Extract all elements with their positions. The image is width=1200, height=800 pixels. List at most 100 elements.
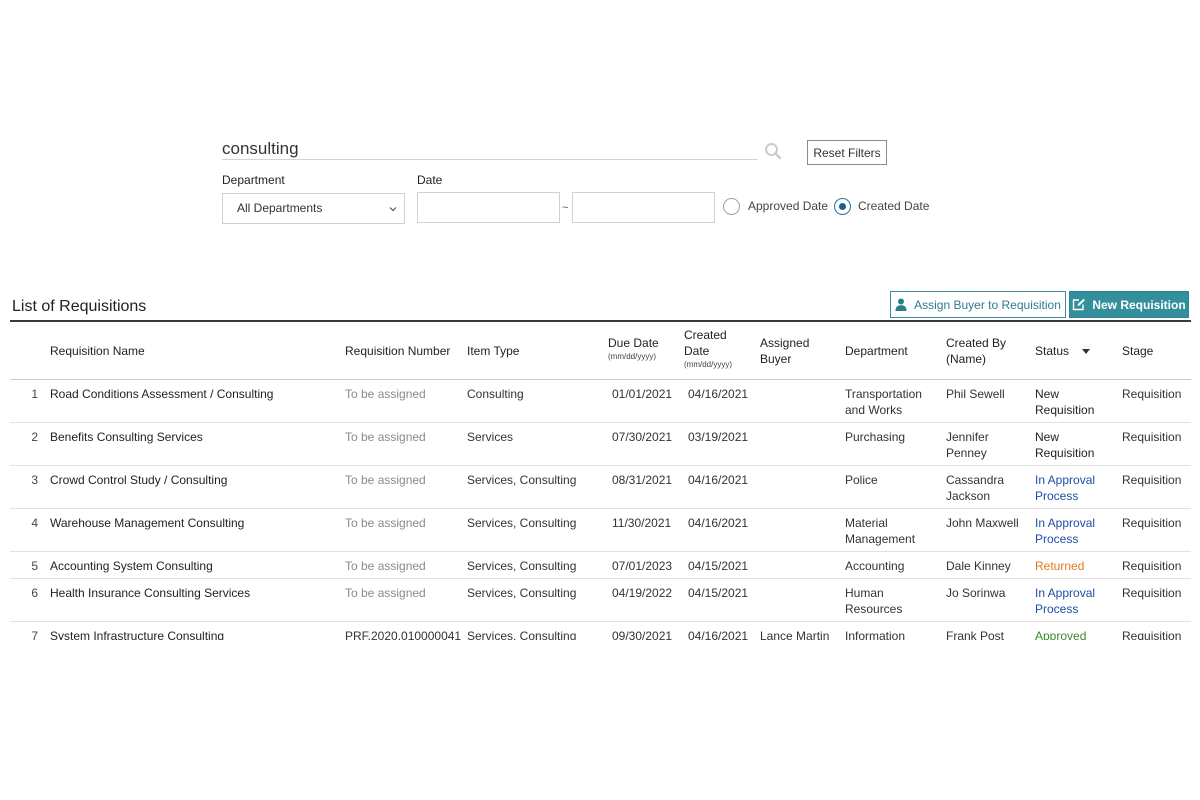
row-number-cell: 2 <box>31 430 38 444</box>
due-date-cell: 01/01/2021 <box>612 387 673 401</box>
table-row[interactable]: 2 Benefits Consulting Services To be assig… <box>10 423 1191 466</box>
department-line2: Management <box>845 532 916 546</box>
created-by-line1: Jo Sorinwa <box>946 586 1006 600</box>
row-number-cell: 7 <box>31 629 38 640</box>
status-line2: Requisition <box>1035 446 1095 460</box>
table-row[interactable]: 1 Road Conditions Assessment / Consulting… <box>10 380 1191 423</box>
table-row[interactable]: 4 Warehouse Management Consulting To be as… <box>10 509 1191 552</box>
status-line2: Process <box>1035 489 1079 503</box>
table-row[interactable]: 5 Accounting System Consulting To be assig… <box>10 552 1191 579</box>
edit-icon <box>1073 298 1086 311</box>
table-row[interactable]: 7 System Infrastructure Consulting PRF.202… <box>10 622 1191 640</box>
requisition-name-cell[interactable]: Warehouse Management Consulting <box>50 515 244 531</box>
created-by-cell: Cassandra Jackson <box>946 472 1004 504</box>
created-by-cell: Frank Post <box>946 628 1004 640</box>
due-date-header-label: Due Date <box>608 336 659 350</box>
created-by-cell: Dale Kinney <box>946 558 1011 574</box>
assign-buyer-button[interactable]: Assign Buyer to Requisition <box>890 291 1066 318</box>
requisition-number-cell: To be assigned <box>345 473 426 487</box>
department-label: Department <box>222 173 285 187</box>
status-cell: In Approval Process <box>1035 515 1095 547</box>
item-type-cell: Services, Consulting <box>467 559 577 573</box>
requisition-name-cell[interactable]: Road Conditions Assessment / Consulting <box>50 386 273 402</box>
reset-filters-button[interactable]: Reset Filters <box>807 140 887 165</box>
col-header-name[interactable]: Requisition Name <box>50 343 145 359</box>
department-select-value: All Departments <box>237 201 323 215</box>
row-number-cell: 6 <box>31 586 38 600</box>
new-requisition-label: New Requisition <box>1092 297 1186 312</box>
department-cell: Human Resources <box>845 585 902 617</box>
assign-buyer-label: Assign Buyer to Requisition <box>914 297 1061 312</box>
stage-cell: Requisition <box>1122 559 1182 573</box>
department-select[interactable]: All Departments <box>222 193 405 224</box>
status-cell: In Approval Process <box>1035 472 1095 504</box>
due-date-cell: 07/01/2023 <box>612 559 673 573</box>
status-line1: New <box>1035 387 1060 401</box>
status-line1: Approved <box>1035 629 1087 640</box>
col-header-due-date[interactable]: Due Date (mm/dd/yyyy) <box>608 335 659 363</box>
department-cell: Information <box>845 628 905 640</box>
caret-down-icon[interactable] <box>1082 348 1091 355</box>
date-from-input[interactable] <box>417 192 560 223</box>
created-by-cell: John Maxwell <box>946 515 1019 531</box>
approved-date-radio[interactable] <box>723 198 740 215</box>
department-line1: Purchasing <box>845 430 906 444</box>
created-by-line2: Jackson <box>946 489 991 503</box>
table-row[interactable]: 3 Crowd Control Study / Consulting To be a… <box>10 466 1191 509</box>
stage-cell: Requisition <box>1122 430 1182 444</box>
status-line1: In Approval <box>1035 586 1096 600</box>
col-header-assigned-buyer[interactable]: Assigned Buyer <box>760 335 809 367</box>
col-header-created-by[interactable]: Created By (Name) <box>946 335 1006 367</box>
requisition-name-cell[interactable]: Accounting System Consulting <box>50 558 213 574</box>
new-requisition-button[interactable]: New Requisition <box>1069 291 1189 318</box>
created-date-label: Created Date <box>858 199 930 213</box>
status-cell: Approved <box>1035 628 1086 640</box>
requisition-name-cell[interactable]: Health Insurance Consulting Services <box>50 585 250 601</box>
col-header-department[interactable]: Department <box>845 343 908 359</box>
requisition-number-cell: PRF.2020.010000041 <box>345 629 462 640</box>
col-header-status[interactable]: Status <box>1035 343 1091 359</box>
status-line2: Process <box>1035 602 1079 616</box>
due-date-cell: 04/19/2022 <box>612 586 673 600</box>
department-line1: Information <box>845 629 906 640</box>
col-header-item-type[interactable]: Item Type <box>467 343 519 359</box>
search-field <box>222 138 758 160</box>
col-header-created-date[interactable]: Created Date (mm/dd/yyyy) <box>684 327 732 371</box>
due-date-cell: 11/30/2021 <box>612 516 672 530</box>
requisition-name-cell[interactable]: Benefits Consulting Services <box>50 429 203 445</box>
date-to-input[interactable] <box>572 192 715 223</box>
department-cell: Transportation and Works <box>845 386 922 418</box>
status-line2: Requisition <box>1035 403 1095 417</box>
created-by-line1: Jennifer <box>946 430 989 444</box>
requisition-name-cell[interactable]: Crowd Control Study / Consulting <box>50 472 227 488</box>
item-type-cell: Services, Consulting <box>467 629 577 640</box>
created-by-line1: Cassandra <box>946 473 1005 487</box>
search-input[interactable] <box>222 138 758 160</box>
col-header-number[interactable]: Requisition Number <box>345 343 450 359</box>
created-date-cell: 04/15/2021 <box>688 559 749 573</box>
assigned-header-line1: Assigned <box>760 336 810 350</box>
created-date-radio[interactable] <box>834 198 851 215</box>
chevron-down-icon <box>389 207 397 212</box>
row-number-cell: 4 <box>31 516 38 530</box>
status-line2: Process <box>1035 532 1079 546</box>
row-number-cell: 5 <box>31 559 38 573</box>
requisitions-table: Requisition Name Requisition Number Item… <box>10 322 1191 640</box>
assigned-header-line2: Buyer <box>760 352 792 366</box>
requisition-number-cell: To be assigned <box>345 387 426 401</box>
created-date-cell: 04/16/2021 <box>688 473 749 487</box>
stage-cell: Requisition <box>1122 516 1182 530</box>
requisition-name-cell[interactable]: System Infrastructure Consulting <box>50 628 224 640</box>
status-cell: Returned <box>1035 558 1084 574</box>
search-icon[interactable] <box>764 142 782 160</box>
page-title: List of Requisitions <box>12 298 147 315</box>
status-line1: In Approval <box>1035 516 1096 530</box>
requisition-number-cell: To be assigned <box>345 430 426 444</box>
col-header-stage[interactable]: Stage <box>1122 343 1153 359</box>
table-row[interactable]: 6 Health Insurance Consulting Services To … <box>10 579 1191 622</box>
department-line1: Transportation <box>845 387 922 401</box>
requisition-number-cell: To be assigned <box>345 516 426 530</box>
date-range-separator: ~ <box>562 202 569 214</box>
stage-cell: Requisition <box>1122 473 1182 487</box>
stage-cell: Requisition <box>1122 629 1182 640</box>
